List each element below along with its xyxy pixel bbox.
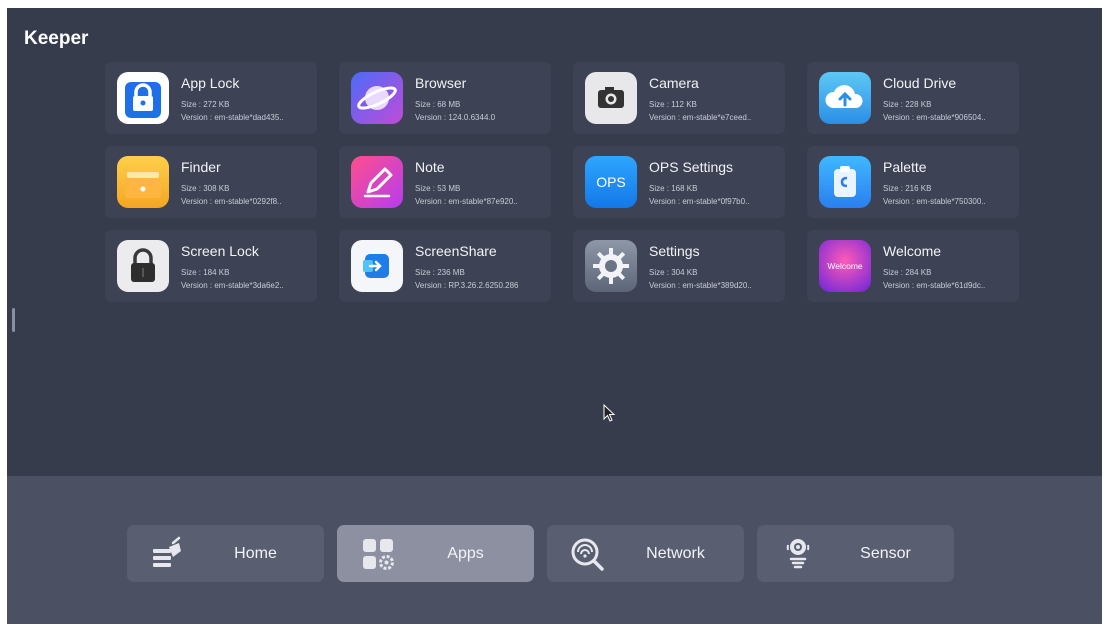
network-search-icon xyxy=(569,535,607,573)
app-size: Size : 68 MB xyxy=(415,100,461,109)
screenshare-icon xyxy=(351,240,403,292)
app-card-palette[interactable]: Palette Size : 216 KB Version : em-stabl… xyxy=(807,146,1019,218)
app-name: Camera xyxy=(649,75,699,91)
keeper-screen: Keeper App Lock Size : 272 KB Version : … xyxy=(7,8,1102,624)
app-name: OPS Settings xyxy=(649,159,734,175)
app-card-browser[interactable]: Browser Size : 68 MB Version : 124.0.634… xyxy=(339,62,551,134)
ops-icon: OPS xyxy=(585,156,637,208)
app-size: Size : 308 KB xyxy=(181,184,230,193)
app-size: Size : 304 KB xyxy=(649,268,698,277)
gear-icon xyxy=(585,240,637,292)
app-card-screen-lock[interactable]: Screen Lock Size : 184 KB Version : em-s… xyxy=(105,230,317,302)
app-name: Palette xyxy=(883,159,927,175)
app-card-app-lock[interactable]: App Lock Size : 272 KB Version : em-stab… xyxy=(105,62,317,134)
welcome-icon: Welcome xyxy=(819,240,871,292)
app-size: Size : 216 KB xyxy=(883,184,932,193)
app-card-finder[interactable]: Finder Size : 308 KB Version : em-stable… xyxy=(105,146,317,218)
lock-icon xyxy=(117,240,169,292)
app-size: Size : 228 KB xyxy=(883,100,932,109)
app-version: Version : em-stable*0292f8.. xyxy=(181,197,282,206)
pen-icon xyxy=(351,156,403,208)
mouse-cursor-icon xyxy=(603,404,616,422)
app-size: Size : 53 MB xyxy=(415,184,461,193)
folder-icon xyxy=(117,156,169,208)
app-name: Screen Lock xyxy=(181,243,259,259)
ops-icon-text: OPS xyxy=(596,174,626,190)
app-size: Size : 184 KB xyxy=(181,268,230,277)
bottom-nav: Home Apps Network Sensor xyxy=(127,525,954,582)
app-version: Version : em-stable*e7ceed.. xyxy=(649,113,752,122)
app-version: Version : em-stable*3da6e2.. xyxy=(181,281,284,290)
scroll-indicator[interactable] xyxy=(12,308,15,332)
app-version: Version : em-stable*389d20.. xyxy=(649,281,752,290)
app-card-settings[interactable]: Settings Size : 304 KB Version : em-stab… xyxy=(573,230,785,302)
app-version: Version : em-stable*dad435.. xyxy=(181,113,284,122)
camera-icon xyxy=(585,72,637,124)
app-version: Version : em-stable*750300.. xyxy=(883,197,986,206)
padlock-icon xyxy=(117,72,169,124)
app-card-ops-settings[interactable]: OPS OPS Settings Size : 168 KB Version :… xyxy=(573,146,785,218)
nav-network-button[interactable]: Network xyxy=(547,525,744,582)
app-card-cloud-drive[interactable]: Cloud Drive Size : 228 KB Version : em-s… xyxy=(807,62,1019,134)
app-name: ScreenShare xyxy=(415,243,497,259)
app-card-note[interactable]: Note Size : 53 MB Version : em-stable*87… xyxy=(339,146,551,218)
app-size: Size : 284 KB xyxy=(883,268,932,277)
app-version: Version : em-stable*87e920.. xyxy=(415,197,518,206)
app-name: Note xyxy=(415,159,445,175)
app-grid: App Lock Size : 272 KB Version : em-stab… xyxy=(105,62,1019,302)
bottom-nav-panel: Home Apps Network Sensor xyxy=(7,476,1102,624)
nav-home-button[interactable]: Home xyxy=(127,525,324,582)
nav-apps-label: Apps xyxy=(447,545,484,562)
apps-grid-icon xyxy=(359,535,397,573)
app-size: Size : 272 KB xyxy=(181,100,230,109)
app-version: Version : RP.3.26.2.6250.286 xyxy=(415,281,519,290)
app-size: Size : 168 KB xyxy=(649,184,698,193)
clipboard-icon xyxy=(819,156,871,208)
app-name: Finder xyxy=(181,159,221,175)
page-title: Keeper xyxy=(24,28,89,49)
app-size: Size : 112 KB xyxy=(649,100,697,109)
app-name: Browser xyxy=(415,75,467,91)
nav-network-label: Network xyxy=(646,545,705,562)
nav-home-label: Home xyxy=(234,545,277,562)
nav-sensor-label: Sensor xyxy=(860,545,911,562)
app-version: Version : em-stable*61d9dc.. xyxy=(883,281,986,290)
app-card-screenshare[interactable]: ScreenShare Size : 236 MB Version : RP.3… xyxy=(339,230,551,302)
app-card-camera[interactable]: Camera Size : 112 KB Version : em-stable… xyxy=(573,62,785,134)
welcome-icon-text: Welcome xyxy=(827,261,863,271)
app-version: Version : 124.0.6344.0 xyxy=(415,113,496,122)
app-name: App Lock xyxy=(181,75,240,91)
nav-apps-button[interactable]: Apps xyxy=(337,525,534,582)
broom-icon xyxy=(149,535,187,573)
app-name: Cloud Drive xyxy=(883,75,957,91)
app-version: Version : em-stable*0f97b0.. xyxy=(649,197,750,206)
sensor-icon xyxy=(779,535,817,573)
planet-icon xyxy=(351,72,403,124)
app-version: Version : em-stable*906504.. xyxy=(883,113,986,122)
app-size: Size : 236 MB xyxy=(415,268,465,277)
app-name: Welcome xyxy=(883,243,942,259)
nav-sensor-button[interactable]: Sensor xyxy=(757,525,954,582)
app-name: Settings xyxy=(649,243,700,259)
cloud-upload-icon xyxy=(819,72,871,124)
app-card-welcome[interactable]: Welcome Welcome Size : 284 KB Version : … xyxy=(807,230,1019,302)
